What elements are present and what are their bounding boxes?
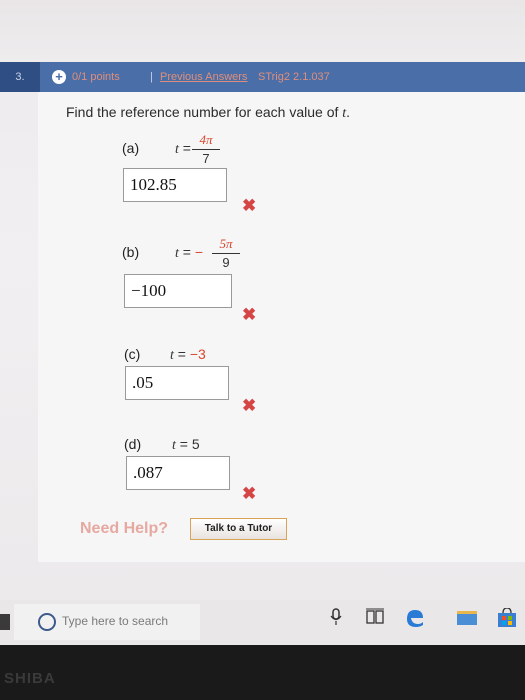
part-a-variable: t	[175, 142, 179, 157]
part-c-value: −3	[189, 346, 206, 362]
part-a-answer-input[interactable]: 102.85	[123, 168, 227, 202]
part-b-denominator: 9	[222, 255, 230, 270]
part-b-equation: t = −	[175, 244, 203, 262]
part-c-label: (c)	[124, 346, 141, 362]
part-a-equation: t =	[175, 140, 191, 158]
windows-start-icon[interactable]	[0, 614, 10, 630]
part-a-numerator: 4π	[192, 132, 220, 150]
part-d-answer-input[interactable]: .087	[126, 456, 230, 490]
microphone-icon[interactable]	[330, 608, 342, 626]
question-number: 3.	[0, 62, 40, 92]
part-a-incorrect-icon: ✖	[242, 196, 257, 215]
part-b-incorrect-icon: ✖	[242, 305, 257, 324]
question-card	[38, 92, 525, 562]
part-a-equals: =	[182, 140, 191, 156]
part-c-answer-input[interactable]: .05	[125, 366, 229, 400]
part-b-variable: t	[175, 246, 179, 261]
part-b-equals: =	[182, 244, 191, 260]
part-c-equation: t = −3	[170, 346, 206, 364]
cortana-ring-icon[interactable]	[38, 613, 56, 631]
instruction-period: .	[346, 104, 351, 120]
file-explorer-icon[interactable]	[456, 608, 478, 626]
part-d-variable: t	[172, 438, 176, 453]
part-b-numerator: 5π	[212, 236, 240, 254]
store-icon[interactable]	[496, 608, 518, 628]
expand-plus-icon[interactable]: +	[52, 70, 66, 84]
question-source: STrig2 2.1.037	[258, 71, 330, 83]
page-top-area	[0, 0, 525, 62]
part-c-variable: t	[170, 348, 174, 363]
edge-icon[interactable]	[404, 608, 426, 628]
part-d-equation: t = 5	[172, 436, 200, 454]
task-view-icon[interactable]	[366, 608, 384, 626]
browser-viewport: 3. + 0/1 points | Previous Answers STrig…	[0, 0, 525, 645]
previous-answers-link[interactable]: Previous Answers	[160, 62, 247, 92]
part-d-equals: =	[179, 436, 188, 452]
question-header-bar: 3. + 0/1 points | Previous Answers STrig…	[0, 62, 525, 92]
part-a-denominator: 7	[202, 151, 210, 166]
part-c-incorrect-icon: ✖	[242, 396, 257, 415]
part-b-label: (b)	[122, 244, 140, 260]
part-b-minus: −	[194, 244, 204, 260]
talk-to-tutor-button[interactable]: Talk to a Tutor	[190, 518, 287, 540]
part-d-incorrect-icon: ✖	[242, 484, 257, 503]
part-b-fraction: 5π 9	[212, 236, 240, 270]
part-d-value: 5	[191, 436, 200, 452]
taskbar-search-placeholder[interactable]: Type here to search	[62, 614, 168, 628]
part-a-label: (a)	[122, 140, 140, 156]
question-instruction: Find the reference number for each value…	[66, 104, 350, 122]
part-c-equals: =	[177, 346, 186, 362]
part-a-fraction: 4π 7	[192, 132, 220, 166]
question-points: 0/1 points	[72, 71, 120, 83]
part-b-answer-input[interactable]: −100	[124, 274, 232, 308]
header-separator: |	[150, 71, 153, 83]
instruction-text: Find the reference number for each value…	[66, 104, 343, 120]
need-help-label: Need Help?	[80, 520, 169, 537]
part-d-label: (d)	[124, 436, 142, 452]
laptop-brand-logo: SHIBA	[4, 670, 56, 687]
